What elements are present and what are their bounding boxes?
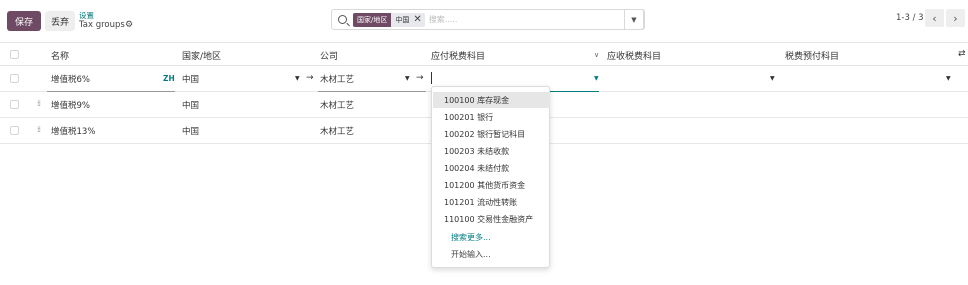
internal-link-icon[interactable]: → xyxy=(416,73,424,83)
drag-handle-icon[interactable]: ⁞⁞ xyxy=(37,125,41,134)
breadcrumb-current: Tax groups xyxy=(79,20,125,30)
search-icon xyxy=(338,15,347,24)
caret-down-icon[interactable]: ▼ xyxy=(946,75,951,82)
column-country[interactable]: 国家/地区 xyxy=(182,49,221,62)
drag-handle-icon[interactable]: ⁞⁞ xyxy=(37,99,41,108)
facet-value: 中国 xyxy=(395,15,410,24)
chevron-left-icon: ‹ xyxy=(932,11,937,25)
select-all-checkbox[interactable] xyxy=(10,50,19,59)
search-input[interactable]: 搜索..... xyxy=(429,14,458,25)
optional-columns-icon[interactable]: ⇄ xyxy=(958,49,966,59)
facet-remove-icon[interactable]: ✕ xyxy=(413,14,421,25)
pager-value[interactable]: 1-3 / 3 xyxy=(896,13,924,23)
search-bar[interactable]: 国家/地区 中国 ✕ 搜索..... ▼ xyxy=(331,9,645,30)
column-receivable-account[interactable]: 应收税费科目 xyxy=(607,49,661,62)
pager-previous-button[interactable]: ‹ xyxy=(925,9,944,27)
row-checkbox[interactable] xyxy=(10,100,19,109)
row-checkbox[interactable] xyxy=(10,74,19,83)
account-option[interactable]: 101201 流动性转账 xyxy=(444,197,517,208)
caret-down-icon[interactable]: ▼ xyxy=(770,75,775,82)
country-field[interactable]: 中国 xyxy=(182,125,199,137)
search-more-link[interactable]: 搜索更多... xyxy=(451,232,491,243)
country-field[interactable]: 中国 xyxy=(182,73,199,85)
discard-button[interactable]: 丢弃 xyxy=(45,11,75,31)
chevron-down-icon[interactable]: ∨ xyxy=(594,51,599,59)
row-checkbox[interactable] xyxy=(10,126,19,135)
search-toggle-button[interactable]: ▼ xyxy=(624,9,644,30)
caret-down-icon[interactable]: ▼ xyxy=(405,75,410,82)
start-typing-hint: 开始输入... xyxy=(451,250,491,259)
chevron-right-icon: › xyxy=(953,11,958,25)
account-option[interactable]: 110100 交易性金融资产 xyxy=(444,214,533,225)
column-advance-account[interactable]: 税费预付科目 xyxy=(785,49,839,62)
name-field[interactable]: 增值税6% xyxy=(51,73,90,85)
name-field[interactable]: 增值税9% xyxy=(51,99,90,111)
save-button[interactable]: 保存 xyxy=(7,11,41,31)
account-option[interactable]: 101200 其他货币资金 xyxy=(444,180,525,191)
language-button[interactable]: ZH xyxy=(163,74,175,83)
pager-next-button[interactable]: › xyxy=(946,9,965,27)
caret-down-icon[interactable]: ▼ xyxy=(295,75,300,82)
country-field[interactable]: 中国 xyxy=(182,99,199,111)
list-header: 名称 国家/地区 公司 应付税费科目 ∨ 应收税费科目 税费预付科目 ⇄ xyxy=(0,42,968,66)
account-option[interactable]: 100203 未结收款 xyxy=(444,146,509,157)
company-field[interactable]: 木材工艺 xyxy=(320,73,354,85)
account-option[interactable]: 100204 未结付款 xyxy=(444,163,509,174)
company-field[interactable]: 木材工艺 xyxy=(320,99,354,111)
name-field[interactable]: 增值税13% xyxy=(51,125,95,137)
account-autocomplete-dropdown: 100100 库存现金 100201 银行 100202 银行暂记科目 1002… xyxy=(431,86,550,268)
account-option[interactable]: 100201 银行 xyxy=(444,112,493,123)
account-option[interactable]: 100202 银行暂记科目 xyxy=(444,129,525,140)
column-company[interactable]: 公司 xyxy=(320,49,338,62)
column-name[interactable]: 名称 xyxy=(51,49,69,62)
facet-label: 国家/地区 xyxy=(353,12,392,27)
internal-link-icon[interactable]: → xyxy=(306,73,314,83)
search-facet: 国家/地区 中国 ✕ xyxy=(353,12,425,27)
company-field[interactable]: 木材工艺 xyxy=(320,125,354,137)
gear-icon[interactable]: ⚙ xyxy=(125,20,133,30)
caret-down-icon: ▼ xyxy=(631,15,637,24)
caret-down-icon[interactable]: ▼ xyxy=(594,75,599,82)
account-option[interactable]: 100100 库存现金 xyxy=(444,95,509,106)
payable-input-cursor[interactable] xyxy=(431,72,432,84)
column-payable-account[interactable]: 应付税费科目 xyxy=(431,49,485,62)
